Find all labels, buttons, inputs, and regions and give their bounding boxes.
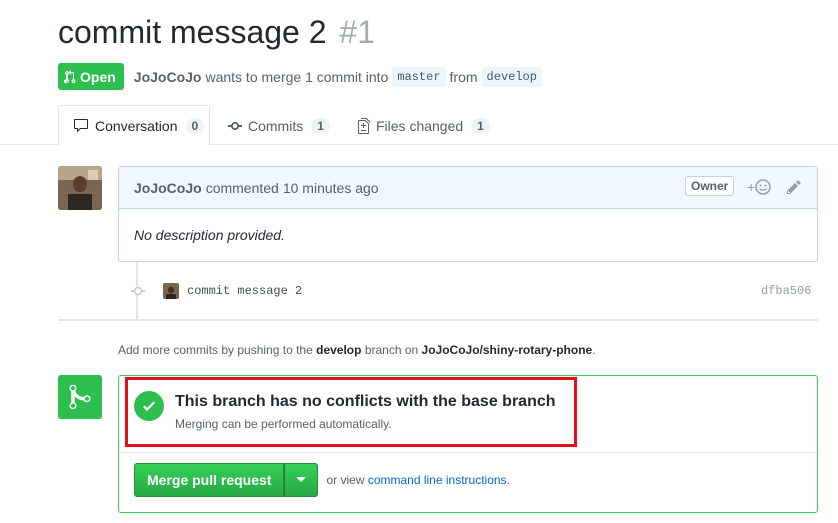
caret-down-icon	[296, 477, 307, 482]
commit-row	[0, 280, 838, 302]
commit-sha-link[interactable]: dfba506	[761, 284, 811, 298]
hint-suffix: .	[592, 343, 596, 357]
highlight-box	[125, 377, 577, 447]
comment-body: No description provided.	[134, 227, 285, 243]
pr-title: commit message 2	[58, 14, 327, 50]
merge-method-dropdown-button[interactable]	[284, 463, 319, 497]
command-line-instructions-link[interactable]: command line instructions	[368, 473, 507, 487]
tab-commits[interactable]: Commits 1	[228, 105, 330, 146]
git-merge-icon	[69, 384, 91, 410]
hint-prefix: Add more commits by pushing to the	[118, 343, 313, 357]
comment-icon	[74, 118, 88, 132]
smiley-icon	[755, 179, 771, 195]
hint-repo: JoJoCoJo/shiny-rotary-phone	[421, 343, 593, 357]
base-branch[interactable]: master	[392, 66, 446, 87]
tab-counter: 1	[471, 117, 490, 134]
push-hint: Add more commits by pushing to the devel…	[118, 343, 596, 357]
commit-message-link[interactable]: commit message 2	[187, 284, 302, 298]
add-reaction-button[interactable]: +	[747, 179, 771, 195]
merge-description: wants to merge 1 commit into	[205, 68, 389, 85]
status-badge-label: Open	[80, 68, 116, 85]
hint-middle: branch on	[364, 343, 419, 357]
comment-timestamp[interactable]: 10 minutes ago	[283, 180, 379, 196]
tab-label: Files changed	[376, 117, 464, 134]
comment-box: JoJoCoJo commented 10 minutes ago Owner …	[118, 166, 818, 262]
alt-suffix: .	[506, 473, 510, 487]
pencil-icon	[787, 180, 801, 194]
file-diff-icon	[358, 117, 370, 134]
tab-label: Commits	[248, 117, 304, 134]
merge-status-icon	[58, 375, 102, 419]
hint-branch: develop	[316, 343, 362, 357]
commit-icon	[228, 121, 242, 130]
comment-action: commented	[205, 179, 279, 196]
tab-counter: 1	[311, 117, 330, 134]
pull-request-icon	[64, 69, 76, 83]
from-text: from	[449, 68, 478, 85]
edit-comment-button[interactable]	[787, 179, 801, 198]
commit-node-icon	[131, 286, 145, 296]
timeline-divider	[58, 319, 818, 321]
commit-author-avatar[interactable]	[163, 283, 179, 299]
merge-actions: Merge pull request or view command line …	[134, 463, 510, 497]
pr-meta: Open JoJoCoJo wants to merge 1 commit in…	[58, 63, 546, 90]
page-title: commit message 2 #1	[58, 14, 375, 51]
tab-conversation[interactable]: Conversation 0	[58, 105, 210, 146]
merge-pull-request-button[interactable]: Merge pull request	[134, 463, 285, 497]
alt-prefix: or view	[326, 473, 365, 487]
alt-instructions: or view command line instructions.	[326, 473, 509, 487]
comment-author-link[interactable]: JoJoCoJo	[134, 180, 202, 196]
tab-counter: 0	[185, 117, 205, 134]
head-branch[interactable]: develop	[481, 66, 542, 87]
comment-header: JoJoCoJo commented 10 minutes ago Owner …	[119, 167, 817, 209]
pr-tabs: Conversation 0 Commits 1 Files changed 1	[0, 105, 838, 146]
tab-label: Conversation	[95, 117, 178, 134]
reaction-plus: +	[747, 179, 756, 195]
pr-author-link[interactable]: JoJoCoJo	[134, 69, 202, 85]
avatar[interactable]	[58, 166, 102, 210]
tab-files-changed[interactable]: Files changed 1	[358, 105, 490, 146]
owner-badge: Owner	[685, 176, 735, 196]
pr-number: #1	[339, 14, 376, 50]
status-badge: Open	[58, 63, 124, 90]
